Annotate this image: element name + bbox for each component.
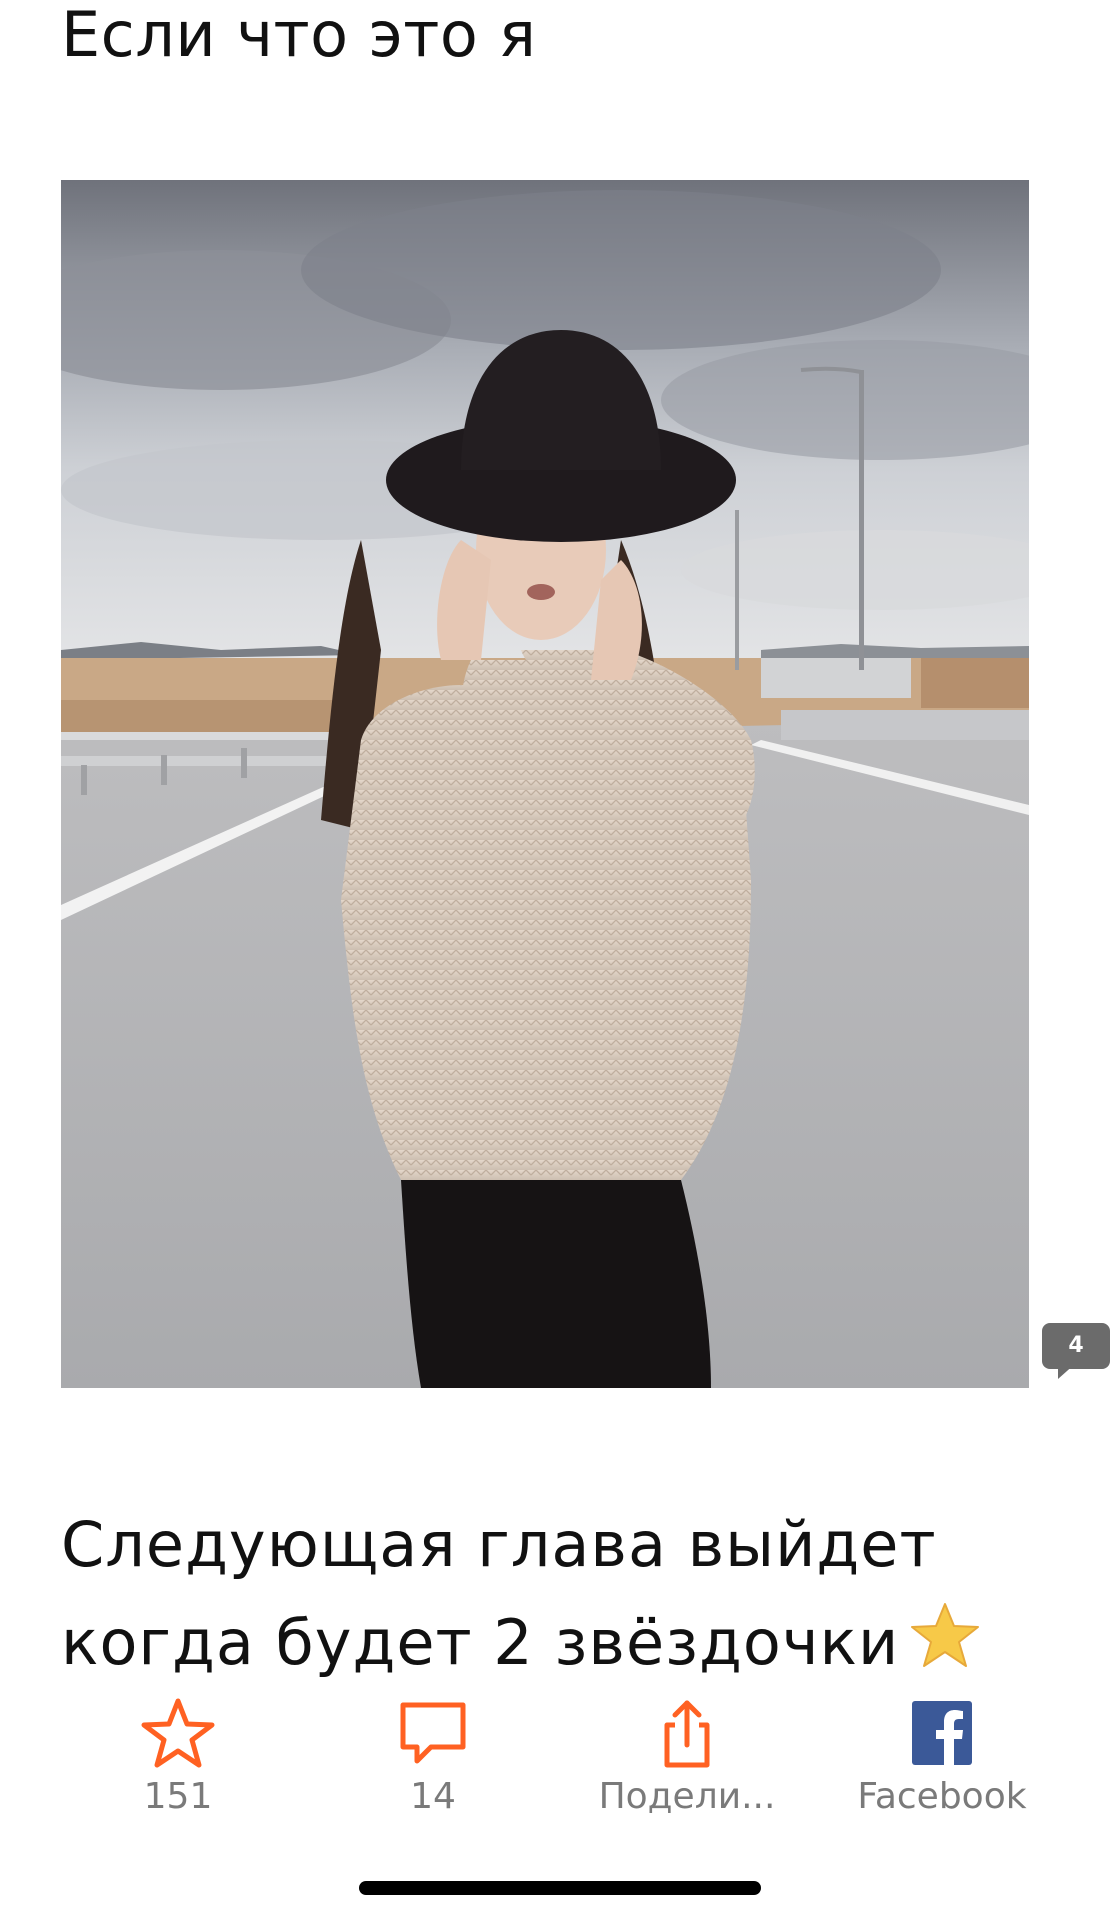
next-chapter-text: Следующая глава выйдет когда будет 2 звё… — [61, 1496, 1061, 1692]
star-emoji-icon — [911, 1603, 980, 1667]
facebook-label: Facebook — [857, 1776, 1027, 1817]
inline-comment-count: 4 — [1068, 1333, 1084, 1358]
comment-bubble-icon — [400, 1702, 466, 1764]
story-photo — [61, 180, 1029, 1388]
share-icon — [664, 1700, 710, 1768]
inline-comment-marker[interactable]: 4 — [1042, 1323, 1110, 1379]
comments-button[interactable]: 14 — [313, 1690, 553, 1820]
home-indicator[interactable] — [359, 1881, 761, 1895]
story-action-bar: 151 14 Подели... Facebook — [0, 1690, 1120, 1820]
vote-button[interactable]: 151 — [58, 1690, 298, 1820]
facebook-icon — [912, 1701, 972, 1765]
share-button[interactable]: Подели... — [567, 1690, 807, 1820]
next-chapter-label: Следующая глава выйдет когда будет 2 звё… — [61, 1508, 937, 1679]
facebook-button[interactable]: Facebook — [822, 1690, 1062, 1820]
story-top-text: Если что это я — [61, 0, 537, 71]
vote-count: 151 — [143, 1776, 213, 1817]
share-label: Подели... — [598, 1776, 776, 1817]
comments-count: 14 — [410, 1776, 456, 1817]
star-outline-icon — [141, 1698, 215, 1768]
